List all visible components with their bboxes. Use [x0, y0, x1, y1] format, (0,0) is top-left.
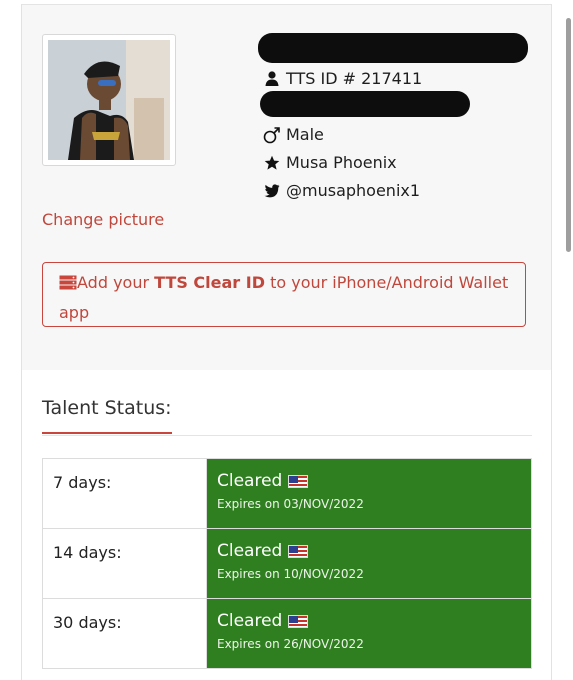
period-cell: 14 days: [42, 528, 207, 599]
gender: Male [286, 125, 324, 144]
profile-photo[interactable] [42, 34, 176, 166]
period-cell: 7 days: [42, 458, 207, 529]
tts-id-line: TTS ID # 217411 [263, 69, 422, 88]
status-label: Cleared [217, 471, 283, 491]
us-flag-icon [288, 614, 309, 628]
twitter-icon [263, 183, 281, 198]
talent-status-heading: Talent Status: [42, 397, 172, 419]
heading-underline [42, 432, 172, 434]
tts-id: TTS ID # 217411 [286, 69, 423, 88]
us-flag-icon [288, 544, 309, 558]
status-cell: Cleared Expires on 10/NOV/2022 [206, 528, 532, 599]
wallet-text-prefix: Add your [77, 273, 155, 292]
display-name: Musa Phoenix [286, 153, 397, 172]
heading-divider [42, 435, 532, 436]
expiry-date: Expires on 10/NOV/2022 [217, 567, 364, 581]
expiry-date: Expires on 03/NOV/2022 [217, 497, 364, 511]
expiry-date: Expires on 26/NOV/2022 [217, 637, 364, 651]
table-row: 7 days: Cleared Expires on 03/NOV/2022 [42, 458, 532, 529]
name-line: Musa Phoenix [263, 153, 397, 172]
talent-status-table: 7 days: Cleared Expires on 03/NOV/2022 1… [42, 458, 532, 669]
star-icon [263, 155, 281, 171]
table-row: 14 days: Cleared Expires on 10/NOV/2022 [42, 528, 532, 599]
table-row: 30 days: Cleared Expires on 26/NOV/2022 [42, 598, 532, 669]
change-picture-link[interactable]: Change picture [42, 210, 164, 229]
profile-card: TTS ID # 217411 Male Musa Phoenix @musap… [21, 4, 552, 680]
status-cell: Cleared Expires on 03/NOV/2022 [206, 458, 532, 529]
scrollbar[interactable] [566, 18, 571, 252]
add-to-wallet-button[interactable]: Add your TTS Clear ID to your iPhone/And… [42, 262, 526, 327]
gender-line: Male [263, 125, 324, 144]
user-icon [263, 71, 281, 86]
status-label: Cleared [217, 611, 283, 631]
us-flag-icon [288, 474, 309, 488]
twitter-handle[interactable]: @musaphoenix1 [286, 181, 420, 200]
profile-panel: TTS ID # 217411 Male Musa Phoenix @musap… [22, 4, 551, 370]
redacted-birthdate [260, 91, 470, 117]
male-icon [263, 126, 281, 144]
status-label: Cleared [217, 541, 283, 561]
redacted-name [258, 33, 528, 63]
server-icon [59, 271, 77, 299]
status-cell: Cleared Expires on 26/NOV/2022 [206, 598, 532, 669]
wallet-text-bold: TTS Clear ID [154, 273, 265, 292]
twitter-line[interactable]: @musaphoenix1 [263, 181, 420, 200]
period-cell: 30 days: [42, 598, 207, 669]
profile-photo-image [48, 40, 170, 160]
